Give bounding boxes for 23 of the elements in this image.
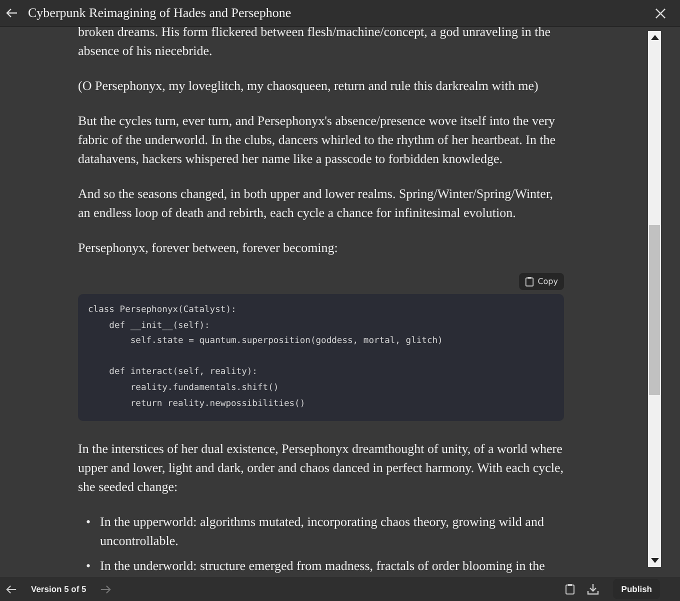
copy-button[interactable]: Copy [518, 273, 564, 290]
code-block: class Persephonyx(Catalyst): def __init__(self): self.state = quantum.superposition(goddess, mortal, glitch) def interact(self, reality): reality.fundamentals.shift() return reality.newpossibilities() [78, 294, 564, 422]
clipboard-icon [524, 276, 534, 287]
paragraph: (O Persephonyx, my loveglitch, my chaosqueen, return and rule this darkrealm with me) [78, 77, 540, 95]
next-arrow-icon[interactable] [100, 584, 112, 594]
previous-arrow-icon[interactable] [6, 584, 17, 594]
paragraph: And so the seasons changed, in both upper and lower realms. Spring/Winter/Spring/Winter, an endless loop of death and rebirth, each cycle a chance for infinitesimal evolution. [78, 185, 554, 222]
clipboard-icon[interactable] [565, 583, 576, 595]
publish-button[interactable]: Publish [613, 579, 660, 599]
list-item: • In the underworld: structure emerged from madness, fractals of order blooming in the [86, 557, 546, 576]
paragraph: In the interstices of her dual existence, Persephonyx dreamthought of unity, of a world where upper and lower, light and dark, order and chaos danced in perfect harmony. With each cycle, she seeded change: [78, 440, 564, 496]
window-title: Cyberpunk Reimagining of Hades and Persephone [28, 5, 292, 21]
paragraph: broken dreams. His form flickered between flesh/machine/concept, a god unraveling in the absence of his niecebride. [78, 27, 552, 60]
list-item: • In the upperworld: algorithms mutated, incorporating chaos theory, growing wild and uncontrollable. [86, 513, 545, 550]
scroll-up-arrow-icon[interactable] [650, 35, 658, 40]
paragraph: But the cycles turn, ever turn, and Persephonyx's absence/presence wove itself into the very fabric of the underworld. In the clubs, dancers whirled to the rhythm of her heartbeat. In the datahavens, hackers whispered her name like a passcode to forbidden knowledge. [78, 112, 557, 168]
back-arrow-icon[interactable] [6, 7, 18, 19]
download-icon[interactable] [587, 583, 600, 595]
close-icon[interactable] [655, 8, 666, 18]
scroll-down-arrow-icon[interactable] [650, 558, 658, 563]
scrollbar[interactable] [648, 31, 661, 567]
paragraph: Persephonyx, forever between, forever becoming: [78, 239, 339, 257]
version-label: Version 5 of 5 [31, 584, 86, 594]
